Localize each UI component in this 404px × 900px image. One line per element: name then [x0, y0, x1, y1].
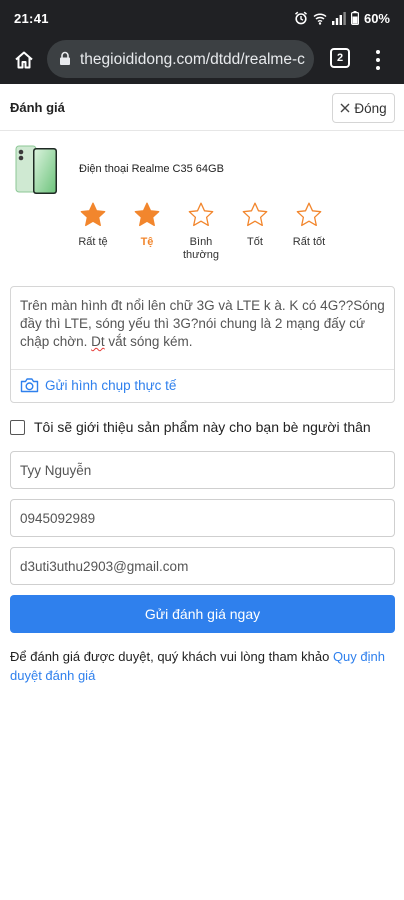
battery-icon	[350, 11, 359, 25]
star-icon	[188, 202, 214, 227]
star-icon	[134, 202, 160, 227]
wifi-icon	[313, 12, 327, 25]
tab-count: 2	[336, 52, 344, 64]
alarm-icon	[294, 11, 307, 25]
status-time: 21:41	[14, 11, 49, 26]
rating-label: Tốt	[247, 236, 263, 248]
review-text[interactable]: Trên màn hình đt nổi lên chữ 3G và LTE k…	[20, 297, 390, 351]
lock-icon	[60, 51, 70, 65]
system-icons: 60%	[294, 10, 390, 26]
tabs-button[interactable]: 2	[330, 48, 350, 68]
home-button[interactable]	[10, 46, 38, 74]
phone-field[interactable]: 0945092989	[10, 499, 395, 537]
rating-star-4[interactable]: Tốt	[228, 200, 282, 266]
address-bar[interactable]: thegioididong.com/dtdd/realme-c	[47, 40, 314, 78]
star-icon	[296, 202, 322, 227]
divider	[11, 369, 394, 370]
recommend-label: Tôi sẽ giới thiệu sản phẩm này cho bạn b…	[34, 419, 371, 435]
approval-note: Để đánh giá được duyệt, quý khách vui lò…	[10, 649, 385, 683]
rating-star-1[interactable]: Rất tệ	[66, 200, 120, 266]
signal-icon	[331, 11, 346, 25]
close-label: Đóng	[354, 100, 387, 116]
review-textarea[interactable]: Trên màn hình đt nổi lên chữ 3G và LTE k…	[10, 286, 395, 403]
rating-label: Tệ	[140, 236, 154, 248]
battery-percent: 60%	[363, 10, 390, 26]
email-field[interactable]: d3uti3uthu2903@gmail.com	[10, 547, 395, 585]
rating-label: Rất tệ	[78, 236, 108, 248]
recommend-checkbox[interactable]	[10, 419, 25, 435]
status-bar: 21:41 60%	[0, 0, 404, 36]
upload-photo-button[interactable]: Gửi hình chụp thực tế	[20, 377, 176, 393]
browser-toolbar: thegioididong.com/dtdd/realme-c 2	[0, 36, 404, 84]
rating-star-3[interactable]: Bình thường	[174, 200, 228, 266]
review-header: Đánh giá Đóng	[0, 84, 404, 131]
close-button[interactable]: Đóng	[332, 93, 395, 123]
star-icon	[80, 202, 106, 227]
rating-label: Bình thường	[183, 236, 219, 261]
name-field[interactable]: Tyy Nguyễn	[10, 451, 395, 489]
rating-label: Rất tốt	[292, 236, 326, 248]
rating-star-5[interactable]: Rất tốt	[282, 200, 336, 266]
more-vert-icon[interactable]	[368, 48, 388, 72]
close-icon	[340, 103, 350, 113]
star-rating: Rất tệ Tệ Bình thường Tốt Rất tốt	[66, 200, 336, 266]
home-icon	[15, 51, 33, 69]
page-title: Đánh giá	[10, 100, 65, 115]
product-image	[15, 145, 57, 194]
camera-icon	[20, 378, 39, 393]
rating-star-2[interactable]: Tệ	[120, 200, 174, 266]
recommend-row[interactable]: Tôi sẽ giới thiệu sản phẩm này cho bạn b…	[10, 419, 371, 435]
product-name: Điện thoại Realme C35 64GB	[79, 163, 224, 175]
star-icon	[242, 202, 268, 227]
submit-review-button[interactable]: Gửi đánh giá ngay	[10, 595, 395, 633]
address-url: thegioididong.com/dtdd/realme-c	[80, 51, 305, 68]
upload-photo-label: Gửi hình chụp thực tế	[45, 377, 177, 393]
